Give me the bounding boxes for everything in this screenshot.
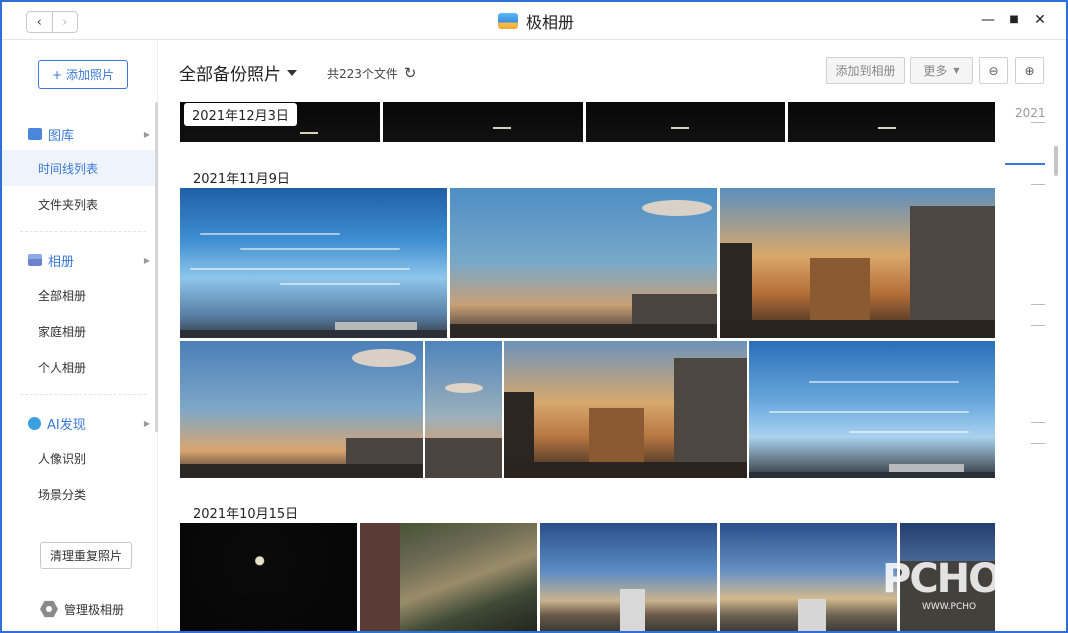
more-button[interactable]: 更多 ▼ <box>910 57 973 84</box>
refresh-icon[interactable]: ↻ <box>404 64 417 82</box>
forward-button[interactable]: › <box>53 12 78 32</box>
sidebar-item-all-albums[interactable]: 全部相册 <box>2 277 156 313</box>
chevron-right-icon: ▶ <box>143 418 150 428</box>
watermark: PCHO WWW.PCHO <box>862 534 1002 624</box>
sidebar-item-faces[interactable]: 人像识别 <box>2 440 156 476</box>
photo-thumbnail[interactable] <box>360 523 537 631</box>
watermark-logo: PCHO <box>882 556 1002 602</box>
photo-thumbnail[interactable] <box>383 102 583 142</box>
zoom-in-button[interactable]: ⊕ <box>1015 57 1044 84</box>
sidebar-item-scenes[interactable]: 场景分类 <box>2 476 156 512</box>
file-count-label: 共223个文件 <box>327 66 398 81</box>
photo-thumbnail[interactable] <box>180 523 357 631</box>
window-title: 极相册 <box>498 10 574 32</box>
source-dropdown[interactable]: 全部备份照片 <box>179 60 297 85</box>
close-button[interactable]: ✕ <box>1030 12 1050 28</box>
more-label: 更多 <box>923 64 948 78</box>
sidebar-item-family-albums[interactable]: 家庭相册 <box>2 313 156 349</box>
divider <box>20 231 146 232</box>
caret-down-icon: ▼ <box>953 66 960 75</box>
app-window: ‹ › 极相册 — ■ ✕ + 添加照片 图库 ▶ 时间线列表 文件夹列表 相册… <box>2 2 1066 631</box>
photo-thumbnail[interactable] <box>586 102 785 142</box>
photo-thumbnail[interactable] <box>788 102 995 142</box>
photo-thumbnail[interactable] <box>720 188 995 338</box>
timeline-tick[interactable] <box>1031 325 1045 326</box>
sidebar-group-gallery[interactable]: 图库 ▶ <box>2 116 158 152</box>
sidebar-group-label: AI发现 <box>47 417 86 433</box>
chevron-right-icon: ▶ <box>143 255 150 265</box>
sidebar-group-ai[interactable]: AI发现 ▶ <box>2 405 158 441</box>
add-photos-label: 添加照片 <box>66 68 115 82</box>
source-label: 全部备份照片 <box>179 65 281 85</box>
date-header: 2021年12月3日 <box>184 103 297 126</box>
sidebar-group-albums[interactable]: 相册 ▶ <box>2 242 158 278</box>
photo-thumbnail[interactable] <box>180 188 447 338</box>
settings-hex-icon <box>40 600 58 618</box>
sidebar-item-timeline[interactable]: 时间线列表 <box>2 150 156 186</box>
timeline-tick[interactable] <box>1031 184 1045 185</box>
nav-buttons: ‹ › <box>26 11 78 33</box>
timeline-tick[interactable] <box>1031 304 1045 305</box>
title-bar: ‹ › 极相册 — ■ ✕ <box>2 2 1066 40</box>
watermark-url: WWW.PCHO <box>922 602 977 612</box>
file-count: 共223个文件 ↻ <box>327 64 416 82</box>
gallery-icon <box>28 128 42 140</box>
chevron-right-icon: ▶ <box>143 129 150 139</box>
sidebar-item-personal-albums[interactable]: 个人相册 <box>2 349 156 385</box>
album-icon <box>28 254 42 266</box>
timeline-year: 2021 <box>1015 106 1046 120</box>
photo-thumbnail[interactable] <box>180 341 423 478</box>
plus-icon: + <box>51 67 63 82</box>
back-button[interactable]: ‹ <box>27 12 53 32</box>
photo-thumbnail[interactable] <box>749 341 995 478</box>
clean-duplicates-button[interactable]: 清理重复照片 <box>40 542 132 569</box>
photo-thumbnail[interactable] <box>540 523 717 631</box>
content-scrollbar[interactable] <box>1054 146 1058 176</box>
timeline-active-marker <box>1005 163 1045 165</box>
timeline-scrubber[interactable]: 2021 <box>999 102 1066 631</box>
sidebar: + 添加照片 图库 ▶ 时间线列表 文件夹列表 相册 ▶ 全部相册 家庭相册 个… <box>2 40 158 631</box>
minimize-button[interactable]: — <box>978 12 998 28</box>
add-to-album-button[interactable]: 添加到相册 <box>826 57 905 84</box>
zoom-out-button[interactable]: ⊖ <box>979 57 1008 84</box>
toolbar: 全部备份照片 共223个文件 ↻ 添加到相册 更多 ▼ ⊖ ⊕ <box>159 40 1066 102</box>
photo-thumbnail[interactable] <box>504 341 747 478</box>
manage-label: 管理极相册 <box>64 602 125 617</box>
sidebar-group-label: 图库 <box>48 128 75 144</box>
manage-album-button[interactable]: 管理极相册 <box>40 598 124 620</box>
timeline-tick[interactable] <box>1031 122 1045 123</box>
timeline-tick[interactable] <box>1031 443 1045 444</box>
photo-thumbnail[interactable] <box>450 188 717 338</box>
date-header: 2021年11月9日 <box>193 172 290 187</box>
sidebar-item-folders[interactable]: 文件夹列表 <box>2 186 156 222</box>
photo-thumbnail[interactable] <box>425 341 502 478</box>
sidebar-scrollbar[interactable] <box>155 102 158 432</box>
app-logo-icon <box>498 13 518 29</box>
caret-down-icon <box>287 69 297 76</box>
ai-icon <box>28 416 41 430</box>
maximize-button[interactable]: ■ <box>1004 14 1024 25</box>
date-header: 2021年10月15日 <box>193 507 299 522</box>
divider <box>20 394 146 395</box>
app-title: 极相册 <box>526 13 575 32</box>
add-photos-button[interactable]: + 添加照片 <box>38 60 128 89</box>
sidebar-group-label: 相册 <box>48 254 75 270</box>
timeline-tick[interactable] <box>1031 422 1045 423</box>
